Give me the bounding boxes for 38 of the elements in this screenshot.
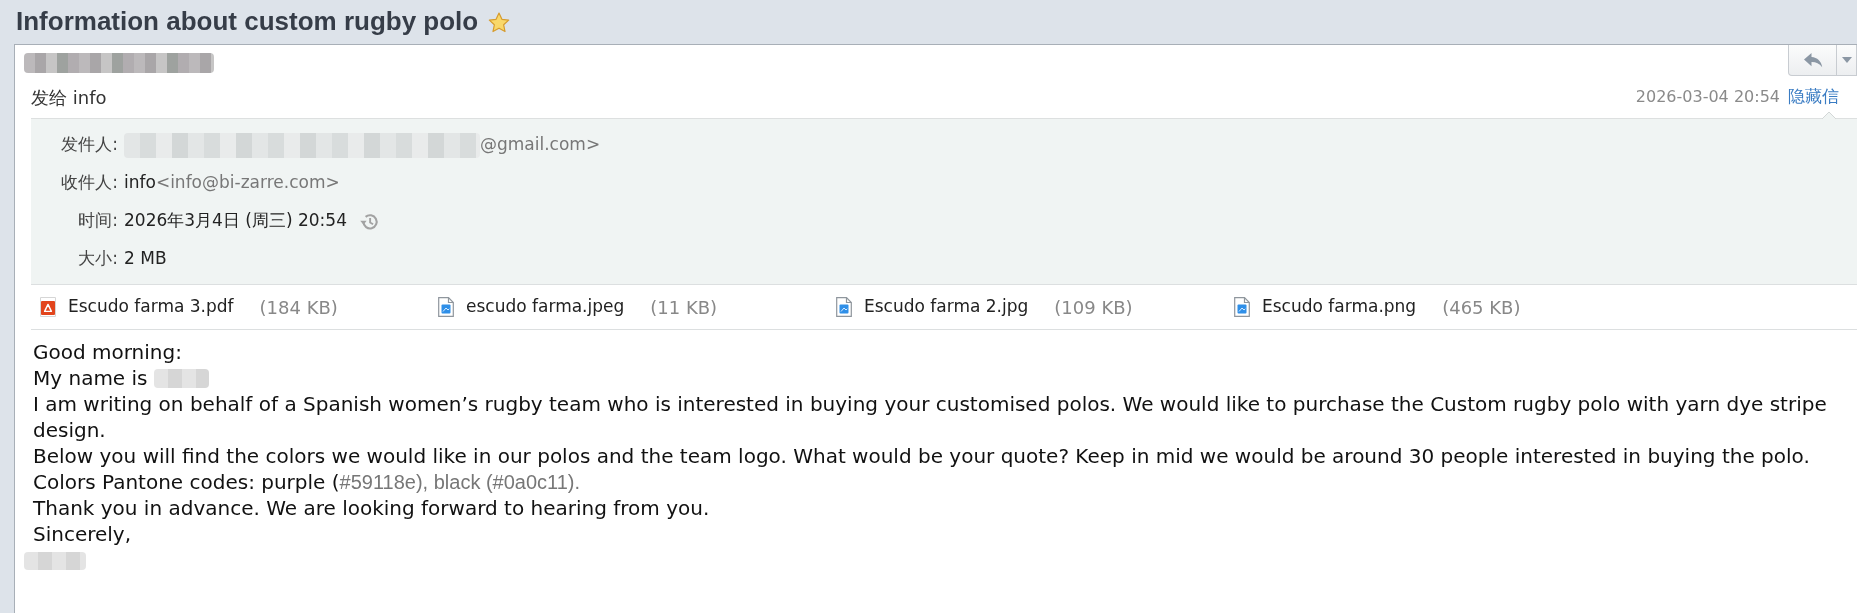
field-label: 收件人:: [61, 172, 118, 193]
body-text: Colors Pantone codes: purple (#59118e), black (#0a0c11).: [33, 470, 581, 494]
body-text: My name is: [33, 366, 148, 390]
body-text: Good morning:: [33, 340, 182, 364]
attachment-name[interactable]: escudo farma.jpeg: [466, 294, 625, 320]
body-text: I am writing on behalf of a Spanish women’s rugby team who is interested in buying your customised polos. We would like to purchase the Custom rugby polo with yarn dye stripe design.: [33, 392, 1827, 442]
attachment-size: (184 KB): [259, 295, 338, 320]
field-value: info<info@bi-zarre.com>: [124, 171, 340, 195]
field-value: 2026年3月4日 (周三) 20:54: [124, 209, 347, 233]
field-value: @gmail.com>: [480, 133, 601, 157]
image-file-icon[interactable]: [438, 297, 454, 317]
field-label: 发件人:: [61, 134, 118, 155]
body-text: Thank you in advance. We are looking forward to hearing from you.: [33, 496, 710, 520]
redacted-block: [24, 552, 86, 570]
more-options-button[interactable]: [1837, 45, 1857, 76]
attachment-name[interactable]: Escudo farma 3.pdf: [68, 294, 234, 320]
caret-icon: [1841, 57, 1852, 63]
image-file-icon[interactable]: [836, 297, 852, 317]
hide-details-link[interactable]: 隐藏信: [1788, 84, 1839, 110]
attachment-name[interactable]: Escudo farma 2.jpg: [864, 294, 1029, 320]
attachment-name[interactable]: Escudo farma.png: [1262, 294, 1417, 320]
reply-arrow-icon: [1802, 52, 1823, 68]
field-label: 大小:: [78, 248, 118, 269]
body-text: Below you will find the colors we would like in our polos and the team logo. What would be your quote? Keep in mid we would be around 30 people interested in buying the polo.: [33, 444, 1810, 468]
star-icon[interactable]: [488, 11, 511, 33]
email-subject: Information about custom rugby polo: [16, 6, 479, 38]
field-value: 2 MB: [124, 247, 167, 271]
attachment-size: (465 KB): [1442, 295, 1521, 320]
image-file-icon[interactable]: [1234, 297, 1250, 317]
recipient-summary: 发给 info: [31, 86, 107, 108]
redacted-block: [153, 369, 209, 388]
pdf-file-icon[interactable]: [40, 297, 56, 317]
sent-date: 2026-03-04 20:54: [1635, 86, 1780, 108]
attachment-size: (109 KB): [1054, 295, 1133, 320]
field-label: 时间:: [78, 210, 118, 231]
attachment-size: (11 KB): [650, 295, 718, 320]
body-text: Sincerely,: [33, 522, 132, 546]
reply-button[interactable]: [1788, 45, 1837, 76]
